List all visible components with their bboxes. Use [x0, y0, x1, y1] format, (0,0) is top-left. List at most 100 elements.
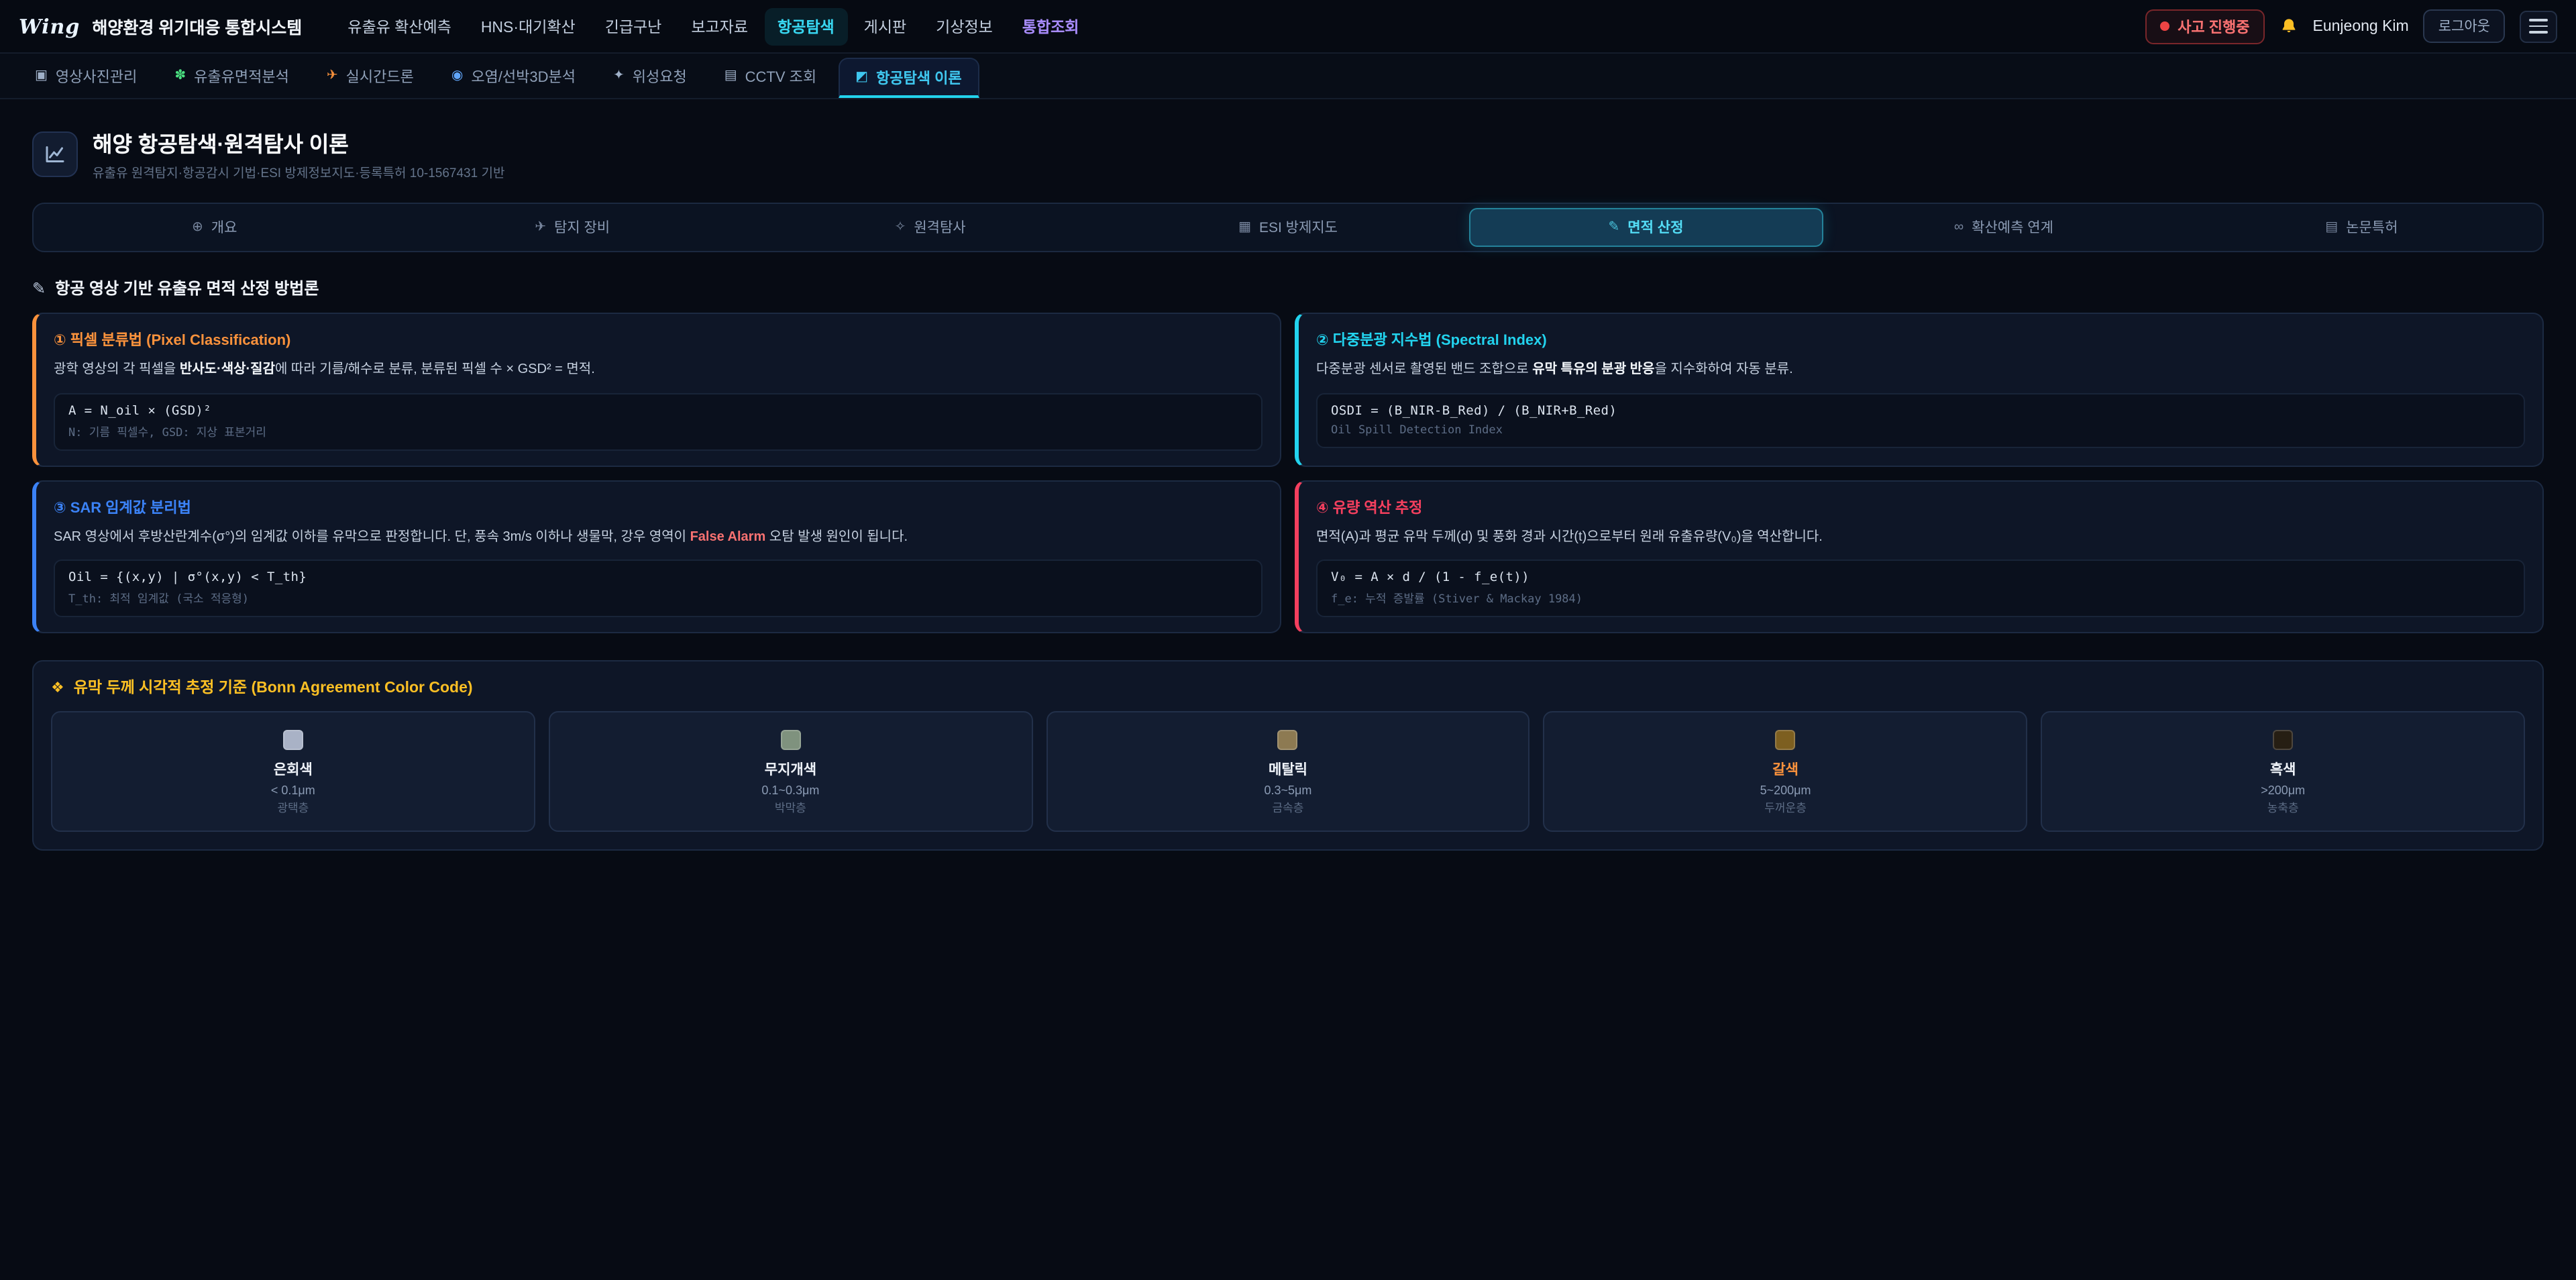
nav-item-weather[interactable]: 기상정보 — [922, 7, 1006, 45]
method-card-spectral-index: ② 다중분광 지수법 (Spectral Index) 다중분광 센서로 촬영된… — [1295, 313, 2544, 466]
tab-label: 개요 — [211, 217, 237, 237]
link-icon: ∞ — [1954, 221, 1964, 234]
subnav-tab-label: 영상사진관리 — [56, 65, 137, 87]
thickness-section: ❖ 유막 두께 시각적 추정 기준 (Bonn Agreement Color … — [32, 660, 2544, 851]
nav-item-aerial-search[interactable]: 항공탐색 — [764, 7, 848, 45]
thickness-name: 은회색 — [60, 759, 526, 780]
tab-label: 확산예측 연계 — [1972, 217, 2053, 237]
tab-area-calculation[interactable]: ✎ 면적 산정 — [1469, 208, 1823, 247]
palette-icon: ❖ — [51, 678, 64, 696]
formula-block: V₀ = A × d / (1 - f_e(t)) f_e: 누적 증발률 (S… — [1316, 559, 2525, 617]
thickness-name: 메탈릭 — [1055, 759, 1521, 780]
formula-block: OSDI = (B_NIR-B_Red) / (B_NIR+B_Red) Oil… — [1316, 392, 2525, 447]
ship-3d-icon: ◉ — [451, 69, 463, 83]
subnav-tab-label: 항공탐색 이론 — [876, 66, 962, 88]
sensor-icon: ✧ — [895, 221, 906, 234]
subnav-tab-pollution-ship-3d[interactable]: ◉ 오염/선박3D분석 — [435, 54, 592, 98]
method-card-volume-estimation: ④ 유량 역산 추정 면적(A)과 평균 유막 두께(d) 및 풍화 경과 시간… — [1295, 480, 2544, 633]
tab-remote-sensing[interactable]: ✧ 원격탐사 — [753, 208, 1107, 247]
page-chart-icon — [32, 131, 78, 176]
section-title-text: 항공 영상 기반 유출유 면적 산정 방법론 — [55, 276, 319, 299]
color-swatch — [2273, 730, 2293, 750]
formula-note: f_e: 누적 증발률 (Stiver & Mackay 1984) — [1331, 590, 2510, 606]
subnav-tab-oil-area-analysis[interactable]: ✽ 유출유면적분석 — [158, 54, 305, 98]
analysis-icon: ✽ — [174, 69, 186, 83]
method-card-pixel-classification: ① 픽셀 분류법 (Pixel Classification) 광학 영상의 각… — [32, 313, 1281, 466]
plane-icon: ✈ — [535, 221, 546, 234]
page-header: 해양 항공탐색·원격탐사 이론 유출유 원격탐지·항공감시 기법·ESI 방제정… — [32, 126, 2544, 181]
method-cards-grid: ① 픽셀 분류법 (Pixel Classification) 광학 영상의 각… — [32, 313, 2544, 633]
page-subtitle: 유출유 원격탐지·항공감시 기법·ESI 방제정보지도·등록특허 10-1567… — [93, 162, 504, 181]
formula-note: T_th: 최적 임계값 (국소 적응형) — [68, 590, 1248, 606]
page-header-text: 해양 항공탐색·원격탐사 이론 유출유 원격탐지·항공감시 기법·ESI 방제정… — [93, 126, 504, 181]
top-navbar: Wing 해양환경 위기대응 통합시스템 유출유 확산예측 HNS·대기확산 긴… — [0, 0, 2576, 54]
subnav-tab-label: 오염/선박3D분석 — [471, 65, 576, 87]
thickness-range: < 0.1μm — [60, 784, 526, 797]
formula-note: N: 기름 픽셀수, GSD: 지상 표본거리 — [68, 423, 1248, 439]
formula: V₀ = A × d / (1 - f_e(t)) — [1331, 570, 2510, 585]
formula-block: Oil = {(x,y) | σ°(x,y) < T_th} T_th: 최적 … — [54, 559, 1263, 617]
nav-item-hns-atmospheric[interactable]: HNS·대기확산 — [468, 7, 589, 45]
tab-diffusion-link[interactable]: ∞ 확산예측 연계 — [1827, 208, 2180, 247]
card-title: ④ 유량 역산 추정 — [1316, 496, 2525, 517]
subnav-tab-realtime-drone[interactable]: ✈ 실시간드론 — [311, 54, 430, 98]
sub-navbar: ▣ 영상사진관리 ✽ 유출유면적분석 ✈ 실시간드론 ◉ 오염/선박3D분석 ✦… — [0, 54, 2576, 99]
formula: OSDI = (B_NIR-B_Red) / (B_NIR+B_Red) — [1331, 403, 2510, 418]
nav-item-emergency-rescue[interactable]: 긴급구난 — [592, 7, 676, 45]
color-swatch — [1776, 730, 1796, 750]
map-icon: ▦ — [1238, 221, 1251, 234]
nav-item-oil-spill-prediction[interactable]: 유출유 확산예측 — [334, 7, 465, 45]
tab-esi-map[interactable]: ▦ ESI 방제지도 — [1111, 208, 1464, 247]
card-body: SAR 영상에서 후방산란계수(σ°)의 임계값 이하를 유막으로 판정합니다.… — [54, 527, 1263, 547]
nav-item-board[interactable]: 게시판 — [851, 7, 920, 45]
globe-icon: ⊕ — [192, 221, 203, 234]
tab-overview[interactable]: ⊕ 개요 — [38, 208, 391, 247]
cctv-icon: ▤ — [724, 69, 737, 83]
alert-dot-icon — [2160, 21, 2169, 31]
notifications-bell-icon[interactable] — [2279, 17, 2298, 36]
image-icon: ▣ — [35, 69, 48, 83]
card-body: 다중분광 센서로 촬영된 밴드 조합으로 유막 특유의 분광 반응을 지수화하여… — [1316, 360, 2525, 380]
thickness-name: 무지개색 — [558, 759, 1024, 780]
thickness-layer: 광택층 — [60, 800, 526, 816]
page-title: 해양 항공탐색·원격탐사 이론 — [93, 126, 504, 158]
formula-note: Oil Spill Detection Index — [1331, 423, 2510, 437]
color-swatch — [283, 730, 303, 750]
card-body: 광학 영상의 각 픽셀을 반사도·색상·질감에 따라 기름/해수로 분류, 분류… — [54, 360, 1263, 380]
tab-label: ESI 방제지도 — [1259, 217, 1338, 237]
formula: Oil = {(x,y) | σ°(x,y) < T_th} — [68, 570, 1248, 585]
incident-status-badge[interactable]: 사고 진행중 — [2145, 9, 2264, 44]
subnav-tab-label: 유출유면적분석 — [194, 65, 289, 87]
brand[interactable]: Wing 해양환경 위기대응 통합시스템 — [19, 13, 302, 39]
app-root: Wing 해양환경 위기대응 통합시스템 유출유 확산예측 HNS·대기확산 긴… — [0, 0, 2576, 1280]
pencil-icon: ✎ — [1609, 221, 1620, 234]
logout-button[interactable]: 로그아웃 — [2424, 9, 2505, 43]
thickness-name: 흑색 — [2050, 759, 2516, 780]
menu-hamburger-button[interactable] — [2520, 10, 2557, 42]
primary-nav: 유출유 확산예측 HNS·대기확산 긴급구난 보고자료 항공탐색 게시판 기상정… — [334, 7, 1092, 45]
thickness-item-metallic: 메탈릭 0.3~5μm 금속층 — [1046, 711, 1530, 832]
document-icon: ▤ — [2325, 221, 2338, 234]
nav-item-integrated-search[interactable]: 통합조회 — [1009, 7, 1093, 45]
subnav-tab-image-management[interactable]: ▣ 영상사진관리 — [19, 54, 153, 98]
method-section-title: ✎ 항공 영상 기반 유출유 면적 산정 방법론 — [32, 276, 2544, 299]
color-swatch — [780, 730, 800, 750]
thickness-item-brown: 갈색 5~200μm 두꺼운층 — [1544, 711, 2028, 832]
thickness-layer: 금속층 — [1055, 800, 1521, 816]
satellite-icon: ✦ — [613, 69, 625, 83]
thickness-layer: 두꺼운층 — [1553, 800, 2019, 816]
drone-icon: ✈ — [327, 69, 338, 83]
nav-item-reports[interactable]: 보고자료 — [678, 7, 761, 45]
subnav-tab-label: CCTV 조회 — [745, 65, 817, 87]
thickness-range: 5~200μm — [1553, 784, 2019, 797]
tab-papers-patents[interactable]: ▤ 논문특허 — [2185, 208, 2538, 247]
subnav-tab-aerial-theory[interactable]: ◩ 항공탐색 이론 — [838, 58, 979, 98]
pencil-icon: ✎ — [32, 278, 46, 297]
tab-label: 면적 산정 — [1627, 217, 1683, 237]
subnav-tab-cctv[interactable]: ▤ CCTV 조회 — [708, 54, 833, 98]
tab-detection-equipment[interactable]: ✈ 탐지 장비 — [395, 208, 749, 247]
thickness-item-silver-gray: 은회색 < 0.1μm 광택층 — [51, 711, 535, 832]
thickness-layer: 박막층 — [558, 800, 1024, 816]
card-body: 면적(A)과 평균 유막 두께(d) 및 풍화 경과 시간(t)으로부터 원래 … — [1316, 527, 2525, 547]
subnav-tab-satellite-request[interactable]: ✦ 위성요청 — [597, 54, 703, 98]
